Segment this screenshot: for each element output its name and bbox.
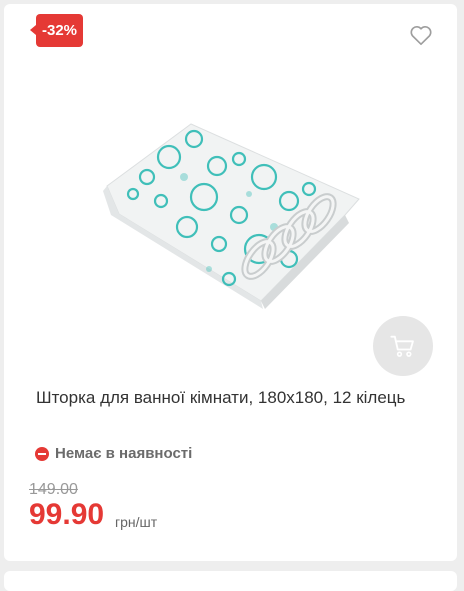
product-card[interactable]: -32%: [4, 4, 457, 561]
stock-status-text: Немає в наявності: [55, 445, 193, 462]
product-image[interactable]: [99, 119, 369, 314]
minus-circle-icon: [35, 446, 49, 461]
price-unit: грн/шт: [115, 514, 158, 530]
cart-icon: [390, 335, 414, 357]
discount-badge: -32%: [29, 14, 84, 47]
old-price: 149.00: [29, 481, 78, 498]
current-price: 99.90: [29, 498, 105, 531]
product-title[interactable]: Шторка для ванної кімнати, 180х180, 12 к…: [36, 384, 421, 411]
stock-status: Немає в наявності: [35, 445, 192, 462]
heart-outline-icon: [410, 26, 432, 46]
add-to-cart-button[interactable]: [373, 316, 433, 376]
favorite-button[interactable]: [408, 22, 434, 48]
next-card-edge: [4, 571, 457, 591]
